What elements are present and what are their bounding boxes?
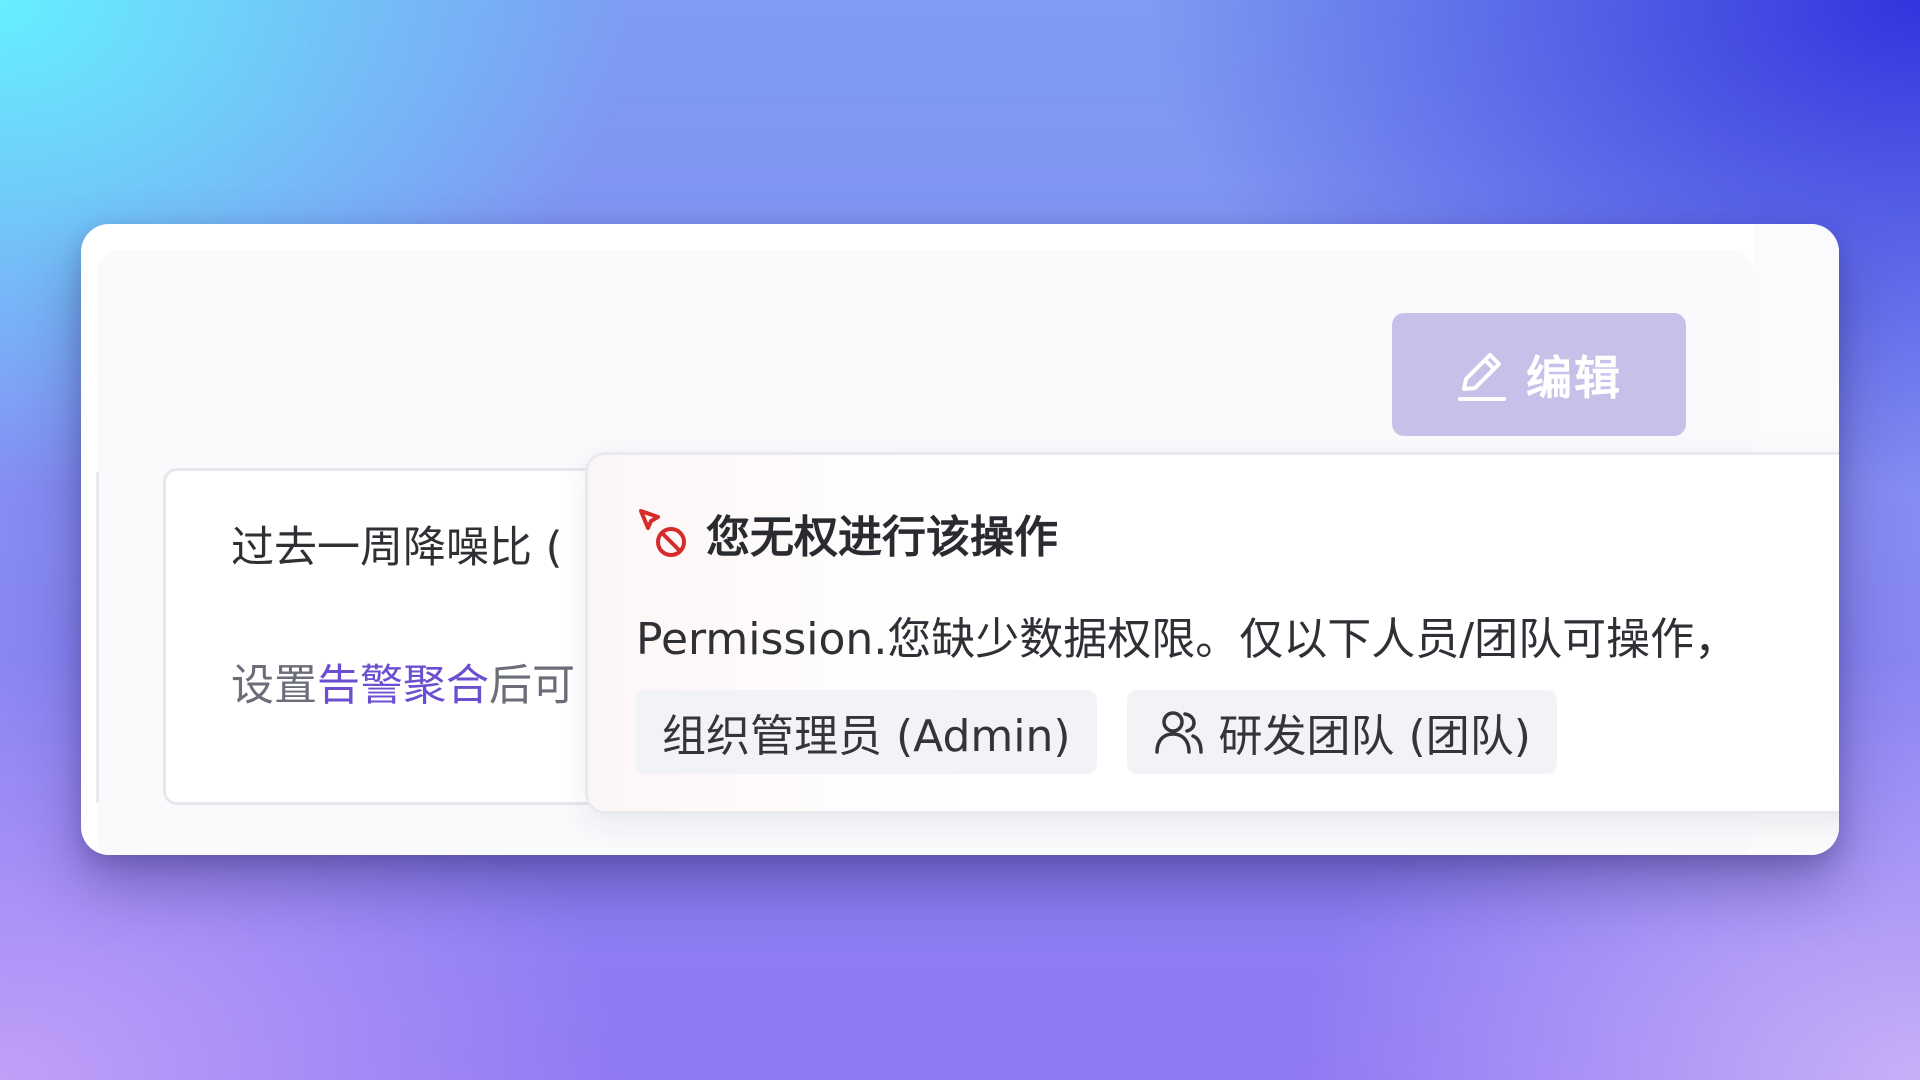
chip-admin: 组织管理员 (Admin) (636, 690, 1097, 774)
card-description-suffix: 后可 (489, 661, 575, 711)
popover-title: 您无权进行该操作 (706, 512, 1058, 563)
alert-aggregation-link[interactable]: 告警聚合 (317, 661, 489, 711)
card-title: 过去一周降噪比 ( (231, 523, 563, 573)
edit-button[interactable]: 编辑 (1392, 313, 1686, 436)
team-icon (1154, 711, 1203, 754)
permission-holders: 组织管理员 (Admin) 研发团队 (团队) (636, 690, 1557, 774)
chip-label: 研发团队 (团队) (1218, 711, 1531, 762)
no-permission-icon (639, 509, 686, 557)
pencil-icon (1458, 352, 1506, 401)
card-description: 设置告警聚合后可 (231, 651, 575, 713)
app-window: 编辑 过去一周降噪比 ( 设置告警聚合后可 您无权进行该操作 Permissio… (81, 224, 1839, 855)
chip-label: 组织管理员 (Admin) (662, 711, 1071, 762)
chip-team: 研发团队 (团队) (1126, 690, 1557, 774)
popover-header: 您无权进行该操作 (636, 501, 1058, 565)
left-divider (96, 472, 99, 802)
edit-button-label: 编辑 (1526, 350, 1622, 405)
permission-popover: 您无权进行该操作 Permission.您缺少数据权限。仅以下人员/团队可操作，… (585, 452, 1839, 814)
popover-message: Permission.您缺少数据权限。仅以下人员/团队可操作， (636, 614, 1739, 665)
card-description-prefix: 设置 (231, 661, 317, 711)
